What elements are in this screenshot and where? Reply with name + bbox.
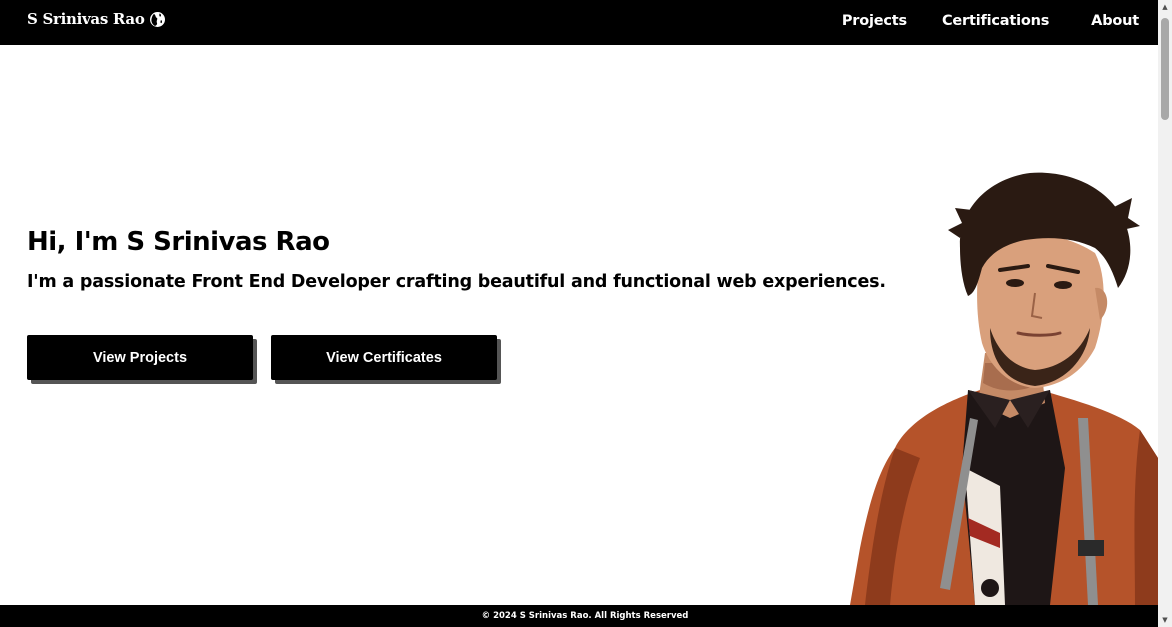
nav-link-about[interactable]: About (1091, 13, 1139, 29)
nav-link-certifications[interactable]: Certifications (942, 13, 1049, 29)
scroll-up-arrow-icon[interactable]: ▲ (1158, 0, 1172, 14)
navbar: S Srinivas Rao Projects Certifications A… (0, 0, 1158, 45)
nav-links: Projects Certifications About (842, 13, 1139, 29)
vertical-scrollbar[interactable]: ▲ ▼ (1158, 0, 1172, 627)
view-certificates-button[interactable]: View Certificates (271, 335, 497, 380)
hero-title: Hi, I'm S Srinivas Rao (27, 227, 330, 257)
view-projects-button[interactable]: View Projects (27, 335, 253, 380)
globe-icon (149, 11, 166, 28)
scroll-down-arrow-icon[interactable]: ▼ (1158, 613, 1172, 627)
footer: © 2024 S Srinivas Rao. All Rights Reserv… (0, 605, 1158, 627)
nav-link-projects[interactable]: Projects (842, 13, 907, 29)
footer-copyright: © 2024 S Srinivas Rao. All Rights Reserv… (481, 611, 689, 621)
hero-subtitle: I'm a passionate Front End Developer cra… (27, 272, 886, 292)
brand-name: S Srinivas Rao (27, 10, 145, 28)
scrollbar-thumb[interactable] (1161, 18, 1169, 120)
avatar-illustration (850, 168, 1158, 605)
brand-logo[interactable]: S Srinivas Rao (27, 10, 166, 28)
page: S Srinivas Rao Projects Certifications A… (0, 0, 1172, 627)
